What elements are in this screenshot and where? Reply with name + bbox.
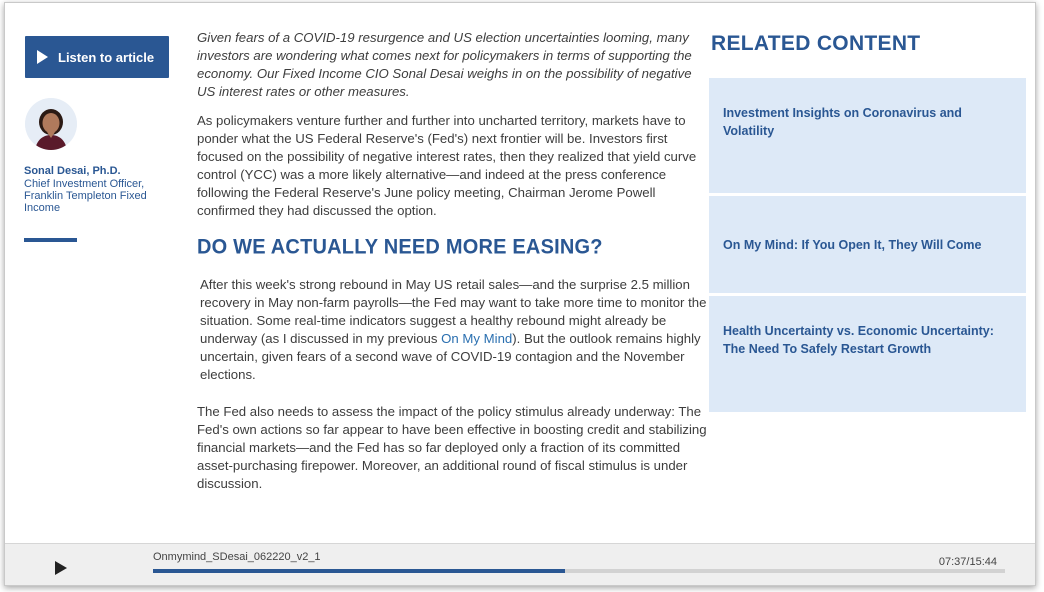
on-my-mind-link[interactable]: On My Mind <box>441 331 512 346</box>
avatar-portrait-icon <box>25 98 77 150</box>
related-content-list: Investment Insights on Coronavirus and V… <box>709 78 1026 415</box>
related-item-label: Investment Insights on Coronavirus and V… <box>723 106 962 138</box>
track-time: 07:37/15:44 <box>938 556 997 568</box>
author-title: Chief Investment Officer, Franklin Templ… <box>24 178 147 214</box>
author-divider <box>24 238 77 242</box>
progress-fill <box>153 569 566 573</box>
article-page: Listen to article Sonal Desai, Ph.D. Chi… <box>4 2 1036 586</box>
article-intro: Given fears of a COVID-19 resurgence and… <box>197 30 692 99</box>
related-item[interactable]: Investment Insights on Coronavirus and V… <box>709 78 1026 193</box>
related-item[interactable]: On My Mind: If You Open It, They Will Co… <box>709 196 1026 293</box>
audio-player: Onmymind_SDesai_062220_v2_1 07:37/15:44 <box>5 543 1035 585</box>
track-name: Onmymind_SDesai_062220_v2_1 <box>153 551 321 563</box>
progress-bar[interactable] <box>153 569 1005 573</box>
article-paragraph: As policymakers venture further and furt… <box>197 113 697 218</box>
listen-to-article-button[interactable]: Listen to article <box>25 36 169 78</box>
related-item[interactable]: Health Uncertainty vs. Economic Uncertai… <box>709 296 1026 412</box>
play-icon <box>37 50 48 64</box>
article-paragraph: After this week's strong rebound in May … <box>197 276 709 384</box>
listen-label: Listen to article <box>58 49 155 65</box>
author-avatar <box>25 98 77 150</box>
article-body: Given fears of a COVID-19 resurgence and… <box>197 29 709 504</box>
related-content-heading: RELATED CONTENT <box>711 32 921 55</box>
related-item-label: Health Uncertainty vs. Economic Uncertai… <box>723 324 994 356</box>
player-play-icon[interactable] <box>55 561 67 575</box>
related-item-label: On My Mind: If You Open It, They Will Co… <box>723 237 982 252</box>
section-heading: DO WE ACTUALLY NEED MORE EASING? <box>197 235 603 259</box>
article-paragraph: The Fed also needs to assess the impact … <box>197 404 707 491</box>
author-name: Sonal Desai, Ph.D. <box>24 165 121 177</box>
